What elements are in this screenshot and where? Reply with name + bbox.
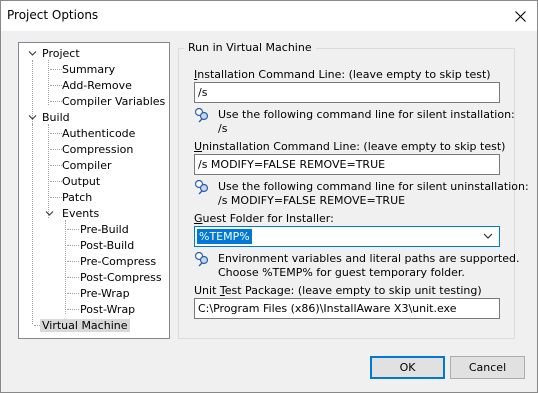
uninstall-command-input[interactable]: /s MODIFY=FALSE REMOVE=TRUE bbox=[194, 154, 500, 175]
chevron-down-icon[interactable] bbox=[45, 209, 54, 218]
tree-item-pre-wrap[interactable]: Pre-Wrap bbox=[78, 286, 132, 301]
tree-item-build[interactable]: Build bbox=[40, 110, 72, 125]
info-key-icon bbox=[194, 179, 209, 195]
guest-folder-value: %TEMP% bbox=[197, 229, 252, 244]
tree-item-pre-build[interactable]: Pre-Build bbox=[78, 222, 131, 237]
options-tree[interactable]: Project Summary Add-Remove Compiler Vari… bbox=[18, 42, 170, 339]
guest-folder-combo[interactable]: %TEMP% bbox=[194, 226, 500, 247]
tree-item-post-compress[interactable]: Post-Compress bbox=[78, 270, 164, 285]
project-options-dialog: Project Options Project Summary Add-Remo… bbox=[0, 0, 538, 393]
tree-item-post-wrap[interactable]: Post-Wrap bbox=[78, 302, 137, 317]
uninstall-label: Uninstallation Command Line: (leave empt… bbox=[194, 140, 506, 153]
tree-item-authenticode[interactable]: Authenticode bbox=[60, 126, 137, 141]
tree-item-patch[interactable]: Patch bbox=[60, 190, 94, 205]
info-key-icon bbox=[194, 107, 209, 123]
group-title: Run in Virtual Machine bbox=[184, 41, 316, 54]
tree-item-project[interactable]: Project bbox=[40, 46, 82, 61]
unit-test-label: Unit Test Package: (leave empty to skip … bbox=[194, 284, 482, 297]
install-label: Installation Command Line: (leave empty … bbox=[194, 68, 491, 81]
chevron-down-icon[interactable] bbox=[28, 113, 37, 122]
tree-item-output[interactable]: Output bbox=[60, 174, 102, 189]
info-key-icon bbox=[194, 251, 209, 267]
close-icon bbox=[514, 10, 526, 22]
tree-item-compiler-variables[interactable]: Compiler Variables bbox=[60, 94, 167, 109]
guest-folder-label: Guest Folder for Installer: bbox=[194, 212, 334, 225]
chevron-down-icon[interactable] bbox=[28, 49, 37, 58]
tree-item-summary[interactable]: Summary bbox=[60, 62, 117, 77]
cancel-button[interactable]: Cancel bbox=[450, 356, 525, 379]
install-command-input[interactable]: /s bbox=[194, 82, 500, 103]
tree-item-compression[interactable]: Compression bbox=[60, 142, 135, 157]
close-button[interactable] bbox=[503, 1, 537, 31]
window-title: Project Options bbox=[7, 8, 99, 22]
title-bar: Project Options bbox=[1, 1, 537, 31]
tree-item-pre-compress[interactable]: Pre-Compress bbox=[78, 254, 158, 269]
tree-item-add-remove[interactable]: Add-Remove bbox=[60, 78, 134, 93]
tree-item-virtual-machine[interactable]: Virtual Machine bbox=[40, 318, 130, 333]
ok-button[interactable]: OK bbox=[370, 356, 445, 379]
tree-item-events[interactable]: Events bbox=[60, 206, 101, 221]
tree-item-post-build[interactable]: Post-Build bbox=[78, 238, 136, 253]
unit-test-input[interactable]: C:\Program Files (x86)\InstallAware X3\u… bbox=[194, 298, 500, 319]
chevron-down-icon[interactable] bbox=[483, 233, 493, 240]
tree-item-compiler[interactable]: Compiler bbox=[60, 158, 114, 173]
